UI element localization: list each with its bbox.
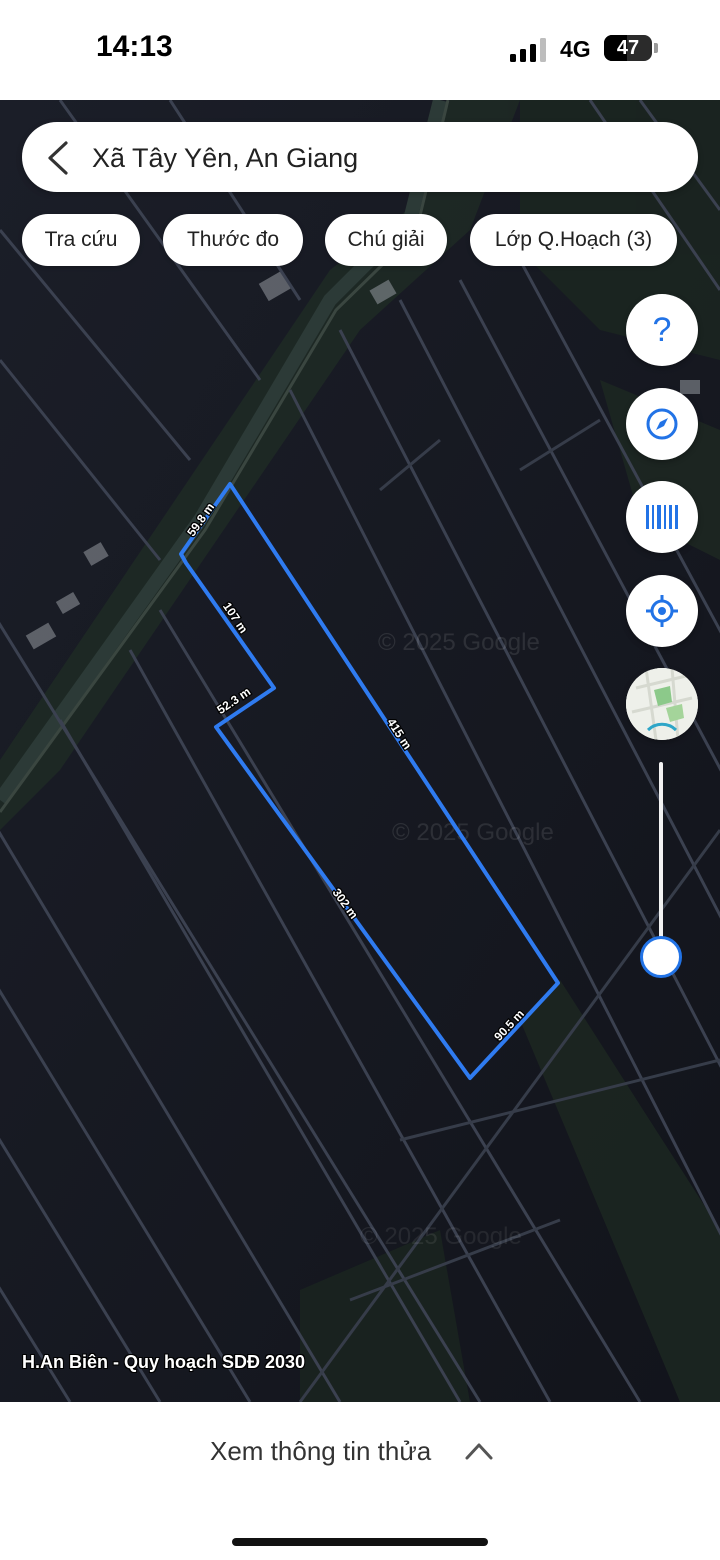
zoom-slider-track[interactable] [659, 762, 663, 958]
parcel-info-label: Xem thông tin thửa [210, 1436, 432, 1466]
location-title[interactable]: Xã Tây Yên, An Giang [92, 140, 358, 176]
satellite-map[interactable]: © 2025 Google © 2025 Google © 2025 Googl… [0, 100, 720, 1402]
battery-icon: 47 [604, 35, 652, 61]
planning-layer-caption: H.An Biên - Quy hoạch SDĐ 2030 [22, 1352, 306, 1372]
chevron-up-icon [465, 1443, 493, 1460]
map-view[interactable]: © 2025 Google © 2025 Google © 2025 Googl… [0, 100, 720, 1402]
status-bar: 14:13 4G 47 [0, 0, 720, 100]
barcode-button[interactable] [626, 481, 698, 553]
status-time: 14:13 [96, 30, 173, 63]
map-watermark: © 2025 Google [378, 629, 540, 656]
chip-measure[interactable]: Thước đo [163, 214, 303, 266]
basemap-thumbnail-icon [626, 668, 698, 740]
chip-planning-layer[interactable]: Lớp Q.Hoạch (3) [470, 214, 677, 266]
network-type: 4G [560, 36, 591, 62]
barcode-icon [646, 505, 678, 529]
compass-icon [646, 408, 678, 440]
locate-button[interactable] [626, 575, 698, 647]
zoom-slider-thumb[interactable] [640, 936, 682, 978]
map-watermark: © 2025 Google [392, 819, 554, 846]
basemap-button[interactable] [626, 668, 698, 740]
signal-icon [510, 38, 546, 62]
battery-cap [654, 43, 658, 53]
chip-legend[interactable]: Chú giải [325, 214, 447, 266]
chip-lookup[interactable]: Tra cứu [22, 214, 140, 266]
compass-button[interactable] [626, 388, 698, 460]
home-indicator [232, 1538, 488, 1546]
locate-icon [646, 595, 678, 627]
battery-percent: 47 [616, 37, 640, 59]
chevron-left-icon[interactable] [44, 140, 72, 176]
map-watermark: © 2025 Google [360, 1223, 522, 1250]
bottom-panel [0, 1402, 720, 1560]
help-icon: ? [652, 310, 672, 349]
parcel-info-button[interactable]: Xem thông tin thửa [180, 1430, 540, 1476]
help-button[interactable]: ? [626, 294, 698, 366]
